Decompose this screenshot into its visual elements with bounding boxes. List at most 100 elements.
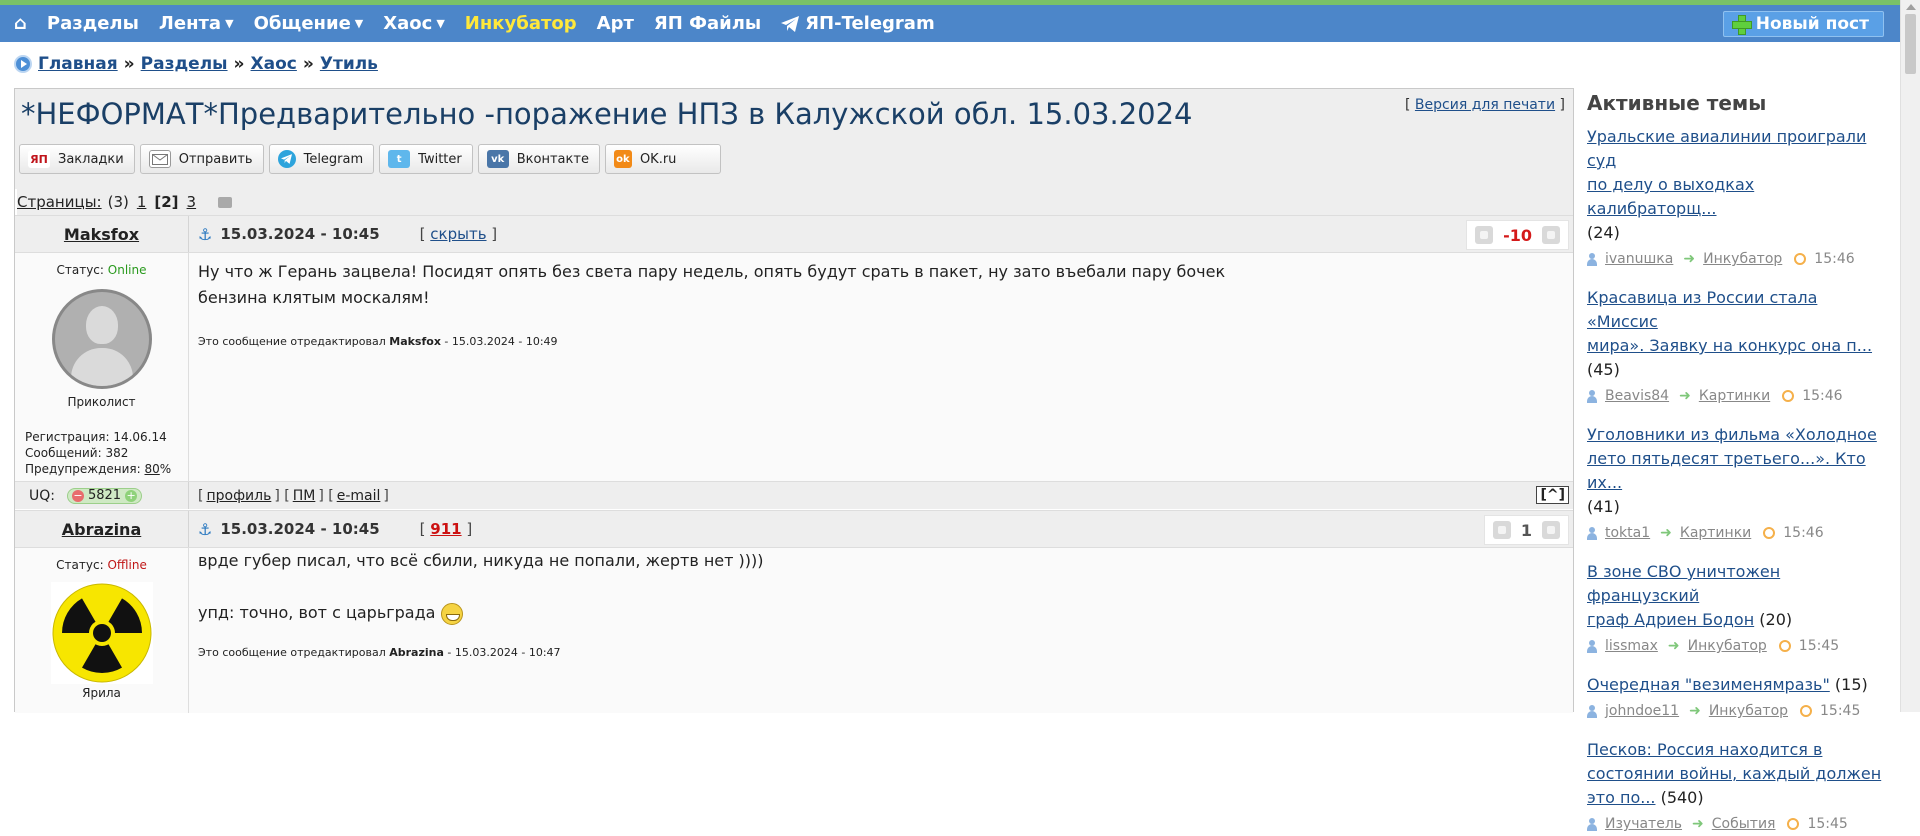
- uq-rating: UQ: − 5821 +: [15, 482, 189, 509]
- thumbs-down-icon[interactable]: [1492, 521, 1511, 539]
- status-offline: Offline: [107, 558, 147, 572]
- share-label: Вконтакте: [516, 151, 589, 167]
- minus-icon[interactable]: −: [71, 489, 84, 502]
- user-status: Статус: Online: [15, 263, 188, 277]
- breadcrumb-home[interactable]: Главная: [38, 54, 118, 74]
- report-911-link[interactable]: 911: [430, 520, 461, 538]
- warnings-suffix: %: [159, 462, 172, 476]
- avatar[interactable]: [51, 289, 152, 389]
- topic-user-link[interactable]: Beavis84: [1605, 384, 1669, 408]
- nav-feed[interactable]: Лента ▼: [159, 13, 234, 34]
- home-icon[interactable]: ⌂: [14, 13, 27, 34]
- nav-label: ЯП Файлы: [653, 13, 762, 34]
- message-line: врде губер писал, что всё сбили, никуда …: [198, 551, 764, 570]
- topic-line: Красавица из России стала «Миссис: [1587, 288, 1818, 331]
- caret-down-icon: ▼: [225, 17, 234, 30]
- profile-link[interactable]: профиль: [206, 488, 271, 504]
- page-link-3[interactable]: 3: [187, 193, 197, 211]
- avatar[interactable]: [50, 582, 153, 684]
- pm-link[interactable]: ПМ: [293, 488, 316, 504]
- topic-count: (540): [1660, 788, 1704, 807]
- email-link[interactable]: e-mail: [337, 488, 381, 504]
- post-footer-links: [профиль] [ПМ] [e-mail]: [198, 487, 389, 504]
- post-meta: ⚓ 15.03.2024 - 10:45 [ 911 ]: [198, 511, 472, 547]
- user-rank: Приколист: [67, 395, 136, 409]
- thumbs-down-icon[interactable]: [1475, 226, 1494, 244]
- breadcrumb-chaos[interactable]: Хаос: [251, 54, 297, 74]
- active-topic-link[interactable]: Красавица из России стала «Миссис мира». …: [1587, 288, 1872, 355]
- share-bookmarks-button[interactable]: ЯП Закладки: [19, 144, 135, 174]
- pagination-label[interactable]: Страницы:: [17, 193, 102, 211]
- user-stats: Регистрация: 14.06.14 Сообщений: 382 Пре…: [15, 429, 188, 477]
- active-topic-link[interactable]: Песков: Россия находится в состоянии войн…: [1587, 740, 1881, 807]
- topic-section-link[interactable]: Картинки: [1680, 521, 1751, 545]
- nav-art[interactable]: Арт: [597, 13, 634, 34]
- active-topic-link[interactable]: В зоне СВО уничтожен французский граф Адр…: [1587, 562, 1780, 629]
- topic-section-link[interactable]: Инкубатор: [1703, 247, 1782, 271]
- thumbs-up-icon[interactable]: [1542, 226, 1560, 244]
- topic-user-link[interactable]: tokta1: [1605, 521, 1650, 545]
- print-version-link[interactable]: Версия для печати: [1415, 97, 1555, 113]
- active-topic-link[interactable]: Очередная "везименямразь": [1587, 675, 1830, 694]
- post-message: врде губер писал, что всё сбили, никуда …: [198, 548, 1238, 666]
- new-post-label: Новый пост: [1755, 14, 1869, 34]
- rating-value: -10: [1503, 225, 1532, 245]
- author-link[interactable]: Abrazina: [62, 520, 142, 539]
- user-icon: [1587, 817, 1597, 831]
- nav-sections[interactable]: Разделы: [47, 13, 139, 34]
- plus-icon[interactable]: +: [125, 489, 138, 502]
- topic-time: 15:45: [1807, 816, 1848, 832]
- hide-post-link[interactable]: скрыть: [430, 225, 486, 243]
- active-topic-link[interactable]: Уголовники из фильма «Холодное лето пятьд…: [1587, 425, 1877, 492]
- share-label: OK.ru: [639, 151, 677, 167]
- anchor-icon[interactable]: ⚓: [198, 520, 212, 539]
- share-twitter-button[interactable]: t Twitter: [379, 144, 473, 174]
- nav-chaos[interactable]: Хаос ▼: [383, 13, 445, 34]
- topic-section-link[interactable]: Картинки: [1699, 384, 1770, 408]
- author-link[interactable]: Maksfox: [64, 225, 139, 244]
- breadcrumb-sections[interactable]: Разделы: [141, 54, 228, 74]
- subscribe-mail-icon[interactable]: [218, 196, 233, 208]
- topic-time: 15:46: [1814, 251, 1855, 267]
- breadcrumb: Главная » Разделы » Хаос » Утиль: [14, 54, 378, 74]
- scroll-up-icon[interactable]: [1906, 4, 1916, 10]
- thumbs-up-icon[interactable]: [1542, 521, 1560, 539]
- topic-section-link[interactable]: События: [1712, 812, 1776, 836]
- warnings-link[interactable]: 80: [145, 462, 160, 476]
- page-scrollbar[interactable]: [1900, 0, 1920, 712]
- share-telegram-button[interactable]: Telegram: [268, 144, 375, 174]
- post-header: Abrazina ⚓ 15.03.2024 - 10:45 [ 911 ] 1: [15, 510, 1573, 548]
- breadcrumb-util[interactable]: Утиль: [320, 54, 378, 74]
- active-topic-link[interactable]: Уральские авиалинии проиграли суд по делу…: [1587, 127, 1866, 218]
- scroll-thumb[interactable]: [1905, 14, 1916, 74]
- topic-user-link[interactable]: Изучатель: [1605, 812, 1682, 836]
- nav-chat[interactable]: Общение ▼: [254, 13, 364, 34]
- active-topic: Уральские авиалинии проиграли суд по делу…: [1587, 125, 1887, 271]
- telegram-icon: [781, 15, 800, 32]
- nav-incubator[interactable]: Инкубатор: [465, 13, 577, 34]
- topic-user-link[interactable]: ivanuшка: [1605, 247, 1673, 271]
- clock-icon: [1794, 253, 1807, 265]
- breadcrumb-separator: »: [233, 54, 245, 74]
- user-warnings: Предупреждения: 80%: [25, 461, 188, 477]
- topic-user-link[interactable]: lissmax: [1605, 634, 1658, 658]
- anchor-icon[interactable]: ⚓: [198, 225, 212, 244]
- new-post-button[interactable]: Новый пост: [1722, 11, 1884, 37]
- nav-files[interactable]: ЯП Файлы: [654, 13, 761, 34]
- share-label: Закладки: [58, 151, 124, 167]
- active-topics-sidebar: Активные темы Уральские авиалинии проигр…: [1587, 88, 1887, 836]
- share-ok-button[interactable]: ok OK.ru: [604, 144, 722, 174]
- plus-icon: [1731, 15, 1752, 35]
- topic-user-link[interactable]: johndoe11: [1605, 699, 1679, 723]
- pagination: Страницы: (3) 1 [2] 3: [17, 189, 1573, 215]
- share-vk-button[interactable]: vk Вконтакте: [477, 144, 600, 174]
- nav-telegram[interactable]: ЯП-Telegram: [781, 13, 935, 34]
- share-send-button[interactable]: Отправить: [139, 144, 264, 174]
- topic-section-link[interactable]: Инкубатор: [1709, 699, 1788, 723]
- topic-meta: Изучатель ➜ События 15:45: [1587, 812, 1887, 836]
- post-rating: 1: [1483, 515, 1569, 545]
- scroll-to-top-button[interactable]: [^]: [1536, 486, 1569, 504]
- topic-section-link[interactable]: Инкубатор: [1688, 634, 1767, 658]
- edited-note: Это сообщение отредактировал Abrazina - …: [198, 640, 1238, 666]
- page-link-1[interactable]: 1: [137, 193, 147, 211]
